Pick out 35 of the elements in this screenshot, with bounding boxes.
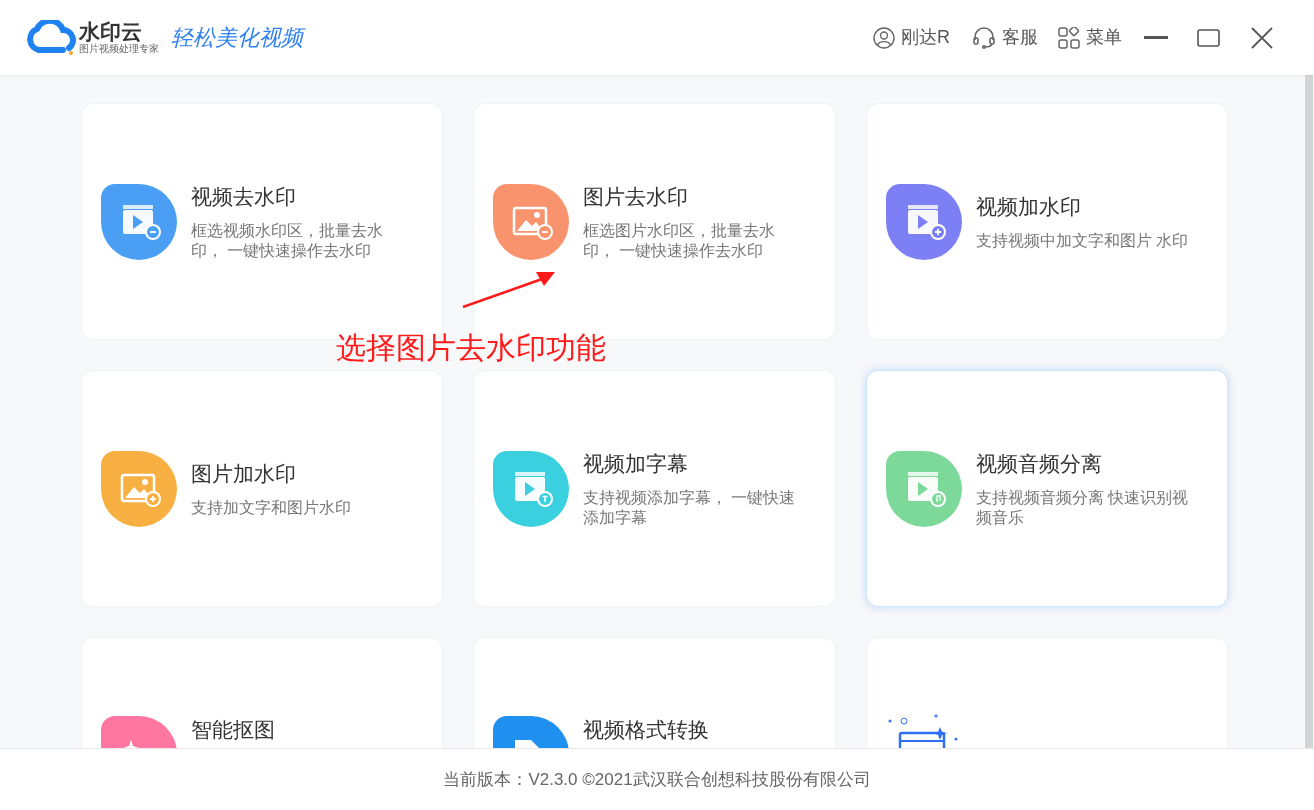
feature-card[interactable]: 图片加水印 支持加文字和图片水印 <box>81 370 443 607</box>
card-description: 支持视频音频分离 快速识别视频音乐 <box>976 487 1190 528</box>
card-description: 框选图片水印区，批量去水印， 一键快速操作去水印 <box>583 220 776 261</box>
card-description: 框选视频水印区，批量去水印， 一键快速操作去水印 <box>191 220 384 261</box>
feature-card[interactable]: 视频格式转换 <box>473 637 836 748</box>
card-description: 支持视频添加字幕， 一键快速添加字幕 <box>583 487 797 528</box>
card-title: 图片加水印 <box>191 460 297 487</box>
service-button[interactable]: 客服 <box>972 24 1038 51</box>
feature-card[interactable]: 视频加水印 支持视频中加文字和图片 水印 <box>866 103 1228 340</box>
minimize-icon <box>1144 36 1168 39</box>
card-title: 视频加水印 <box>976 193 1082 220</box>
user-button[interactable]: 刚达R <box>873 24 950 51</box>
card-title: 智能抠图 <box>191 717 275 743</box>
headset-icon <box>972 26 996 49</box>
card-title: 图片去水印 <box>583 183 689 210</box>
card-description: 支持加文字和图片水印 <box>191 497 352 518</box>
card-title: 视频加字幕 <box>583 450 689 477</box>
feature-card[interactable]: 视频加字幕 支持视频添加字幕， 一键快速添加字幕 <box>473 370 836 607</box>
close-button[interactable] <box>1250 25 1274 50</box>
card-title: 视频音频分离 <box>976 450 1103 477</box>
version-text: 当前版本：V2.3.0 ©2021武汉联合创想科技股份有限公司 <box>443 768 871 791</box>
menu-button[interactable]: 菜单 <box>1058 24 1122 51</box>
maximize-icon <box>1196 28 1220 47</box>
app-name: 水印云 <box>79 20 143 43</box>
feature-card[interactable]: 智能抠图 <box>81 637 443 748</box>
menu-icon <box>1058 26 1080 49</box>
card-title: 视频格式转换 <box>583 717 709 743</box>
scrollbar[interactable] <box>1305 75 1313 748</box>
close-icon <box>1251 26 1273 49</box>
feature-card[interactable]: 视频音频分离 支持视频音频分离 快速识别视频音乐 <box>866 370 1228 607</box>
cloud-logo-icon <box>25 19 77 56</box>
app-subtitle: 图片视频处理专家 <box>79 42 159 55</box>
card-title: 视频去水印 <box>191 183 297 210</box>
user-icon <box>873 26 895 49</box>
card-description: 支持视频中加文字和图片 水印 <box>976 230 1190 251</box>
